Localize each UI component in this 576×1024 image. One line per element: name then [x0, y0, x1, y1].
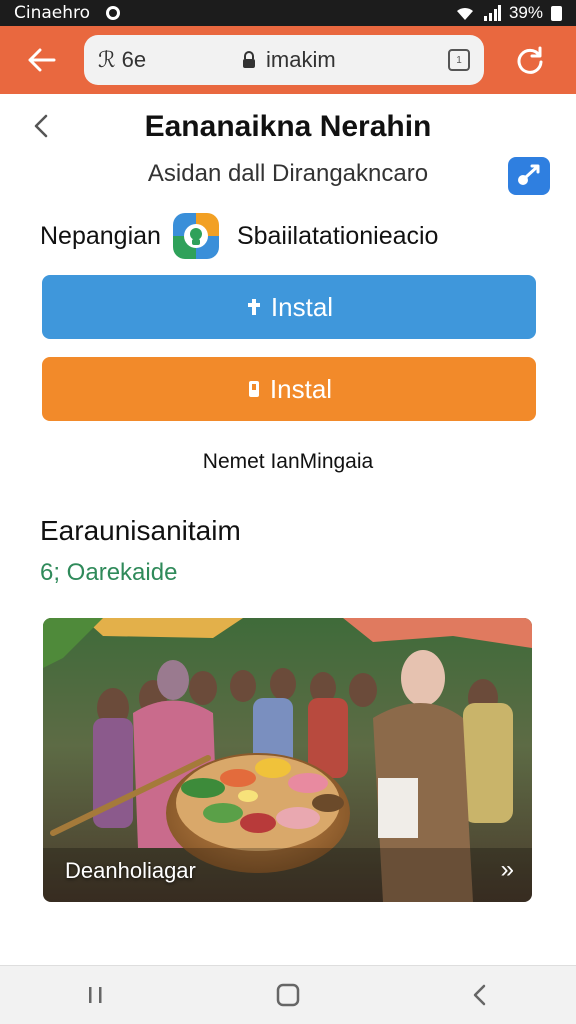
url-prefix: ℛ 6e — [98, 47, 147, 72]
photo-caption: Deanholiagar — [65, 858, 196, 883]
tabs-button[interactable]: 1 — [448, 49, 470, 71]
page-title: Eananaikna Nerahin — [144, 110, 432, 143]
url-text: imakim — [266, 47, 336, 72]
install-secondary-label: Instal — [269, 373, 333, 404]
puzzle-icon — [247, 299, 260, 315]
status-bar: Cinaehro 39% — [0, 0, 576, 26]
install-note: Nemet IanMingaia — [202, 450, 374, 473]
back-icon — [473, 984, 486, 1006]
market-photo[interactable]: Deanholiagar » — [43, 618, 532, 902]
reload-button[interactable] — [484, 26, 576, 94]
browser-toolbar: ℛ 6e imakim 1 — [0, 26, 576, 94]
battery-percent: 39% — [508, 3, 543, 22]
page-subtitle: Asidan dall Dirangakncaro — [147, 160, 429, 187]
signal-icon — [483, 5, 501, 21]
browser-back-button[interactable] — [0, 26, 84, 94]
install-primary-label: Instal — [270, 291, 334, 322]
recents-icon — [89, 987, 102, 1003]
reload-icon — [517, 46, 543, 74]
developer-name: Nepangian — [40, 221, 161, 250]
arrow-left-icon — [28, 48, 56, 72]
developer-row: Nepangian Sbaiilatationieacio — [40, 212, 438, 260]
back-button[interactable] — [384, 966, 576, 1024]
carrier-label: Cinaehro — [14, 3, 91, 23]
install-button-primary[interactable]: Instal — [42, 275, 536, 339]
app-logo-icon — [172, 213, 219, 259]
recents-button[interactable] — [0, 966, 192, 1024]
url-bar[interactable]: ℛ 6e imakim 1 — [84, 35, 484, 85]
url-display: imakim — [242, 47, 336, 73]
lock-icon — [243, 51, 255, 68]
home-icon — [276, 983, 300, 1007]
app-category: Sbaiilatationieacio — [236, 221, 439, 250]
notification-icon — [106, 6, 121, 20]
next-arrow-icon[interactable]: » — [501, 856, 514, 884]
status-right: 39% — [455, 3, 562, 23]
download-icon — [248, 381, 259, 397]
battery-icon — [551, 5, 562, 21]
share-icon[interactable] — [508, 157, 550, 195]
system-nav-bar — [0, 965, 576, 1024]
install-button-secondary[interactable]: Instal — [42, 357, 536, 421]
section-title: Earaunisanitaim — [40, 515, 241, 546]
home-button[interactable] — [192, 966, 384, 1024]
section-subtitle[interactable]: 6; Oarekaide — [40, 559, 177, 587]
wifi-icon — [456, 7, 473, 21]
